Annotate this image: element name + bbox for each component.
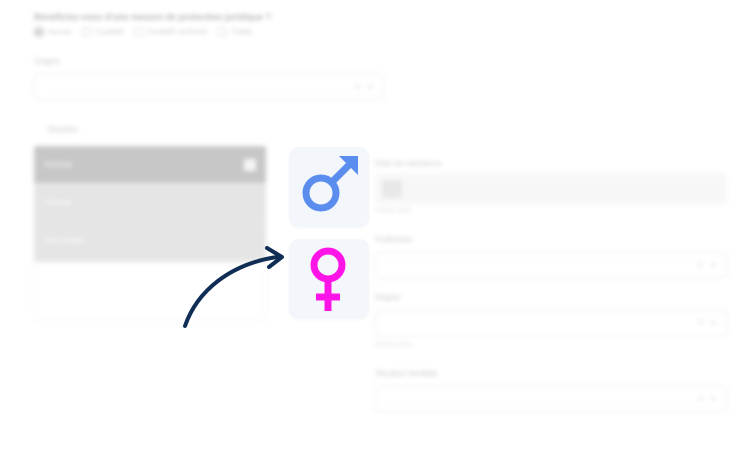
- radio-circle[interactable]: [34, 27, 44, 37]
- radio-circle[interactable]: [217, 27, 228, 37]
- image-icon: [382, 180, 402, 198]
- female-symbol-icon: [310, 247, 346, 311]
- dropdown-option-selected[interactable]: Homme: [34, 146, 266, 184]
- option-label: Homme: [44, 160, 73, 169]
- dropdown-option[interactable]: Femme: [34, 184, 266, 222]
- profession-label: Profession: [375, 235, 413, 244]
- profession-select[interactable]: ✕ ▾: [375, 252, 727, 278]
- region-label: Région: [375, 293, 401, 302]
- origine-label: Origine: [34, 57, 60, 66]
- photo-upload[interactable]: [375, 173, 727, 205]
- radio-option-tutelle[interactable]: Tutelle: [217, 27, 252, 37]
- option-label: Femme: [44, 198, 72, 207]
- female-card[interactable]: [289, 239, 369, 319]
- male-card[interactable]: [289, 147, 369, 227]
- region-select[interactable]: ✕ ▾: [375, 310, 727, 336]
- radio-option-aucune[interactable]: Aucune: [34, 27, 72, 37]
- photo-hint: Champ requis: [375, 208, 413, 214]
- radio-label: Aucune: [48, 28, 72, 36]
- origine-select[interactable]: ✕ ▾: [34, 74, 384, 100]
- situation-label: Situation: [47, 125, 79, 134]
- select-caret-icon: ✕ ▾: [697, 262, 718, 269]
- radio-circle[interactable]: [133, 27, 144, 37]
- radio-option-curatelle[interactable]: Curatelle: [81, 27, 124, 37]
- radio-label: Curatelle renforcée: [147, 28, 208, 36]
- radio-label: Tutelle: [231, 28, 253, 36]
- family-label: Situation familiale: [375, 369, 438, 378]
- region-hint: Champ requis: [375, 342, 413, 348]
- option-label: Non binaire: [44, 236, 85, 245]
- check-icon: [244, 159, 256, 171]
- protection-radio-group: Aucune Curatelle Curatelle renforcée Tut…: [34, 27, 252, 37]
- radio-label: Curatelle: [95, 28, 124, 36]
- family-select[interactable]: ✕ ▾: [375, 386, 727, 412]
- protection-question: Bénéficiez-vous d'une mesure de protecti…: [34, 12, 272, 22]
- select-caret-icon: ✕ ▾: [354, 84, 375, 91]
- photo-label: Date de naissance: [375, 159, 442, 168]
- select-caret-icon: ✕ ▾: [697, 396, 718, 403]
- male-symbol-icon: [302, 156, 358, 212]
- blurred-form: Bénéficiez-vous d'une mesure de protecti…: [0, 0, 743, 462]
- curved-arrow-icon: [183, 246, 284, 328]
- radio-circle[interactable]: [81, 27, 92, 37]
- radio-option-curatelle-renforcee[interactable]: Curatelle renforcée: [133, 27, 208, 37]
- select-caret-icon: ✕ ▾: [697, 320, 718, 327]
